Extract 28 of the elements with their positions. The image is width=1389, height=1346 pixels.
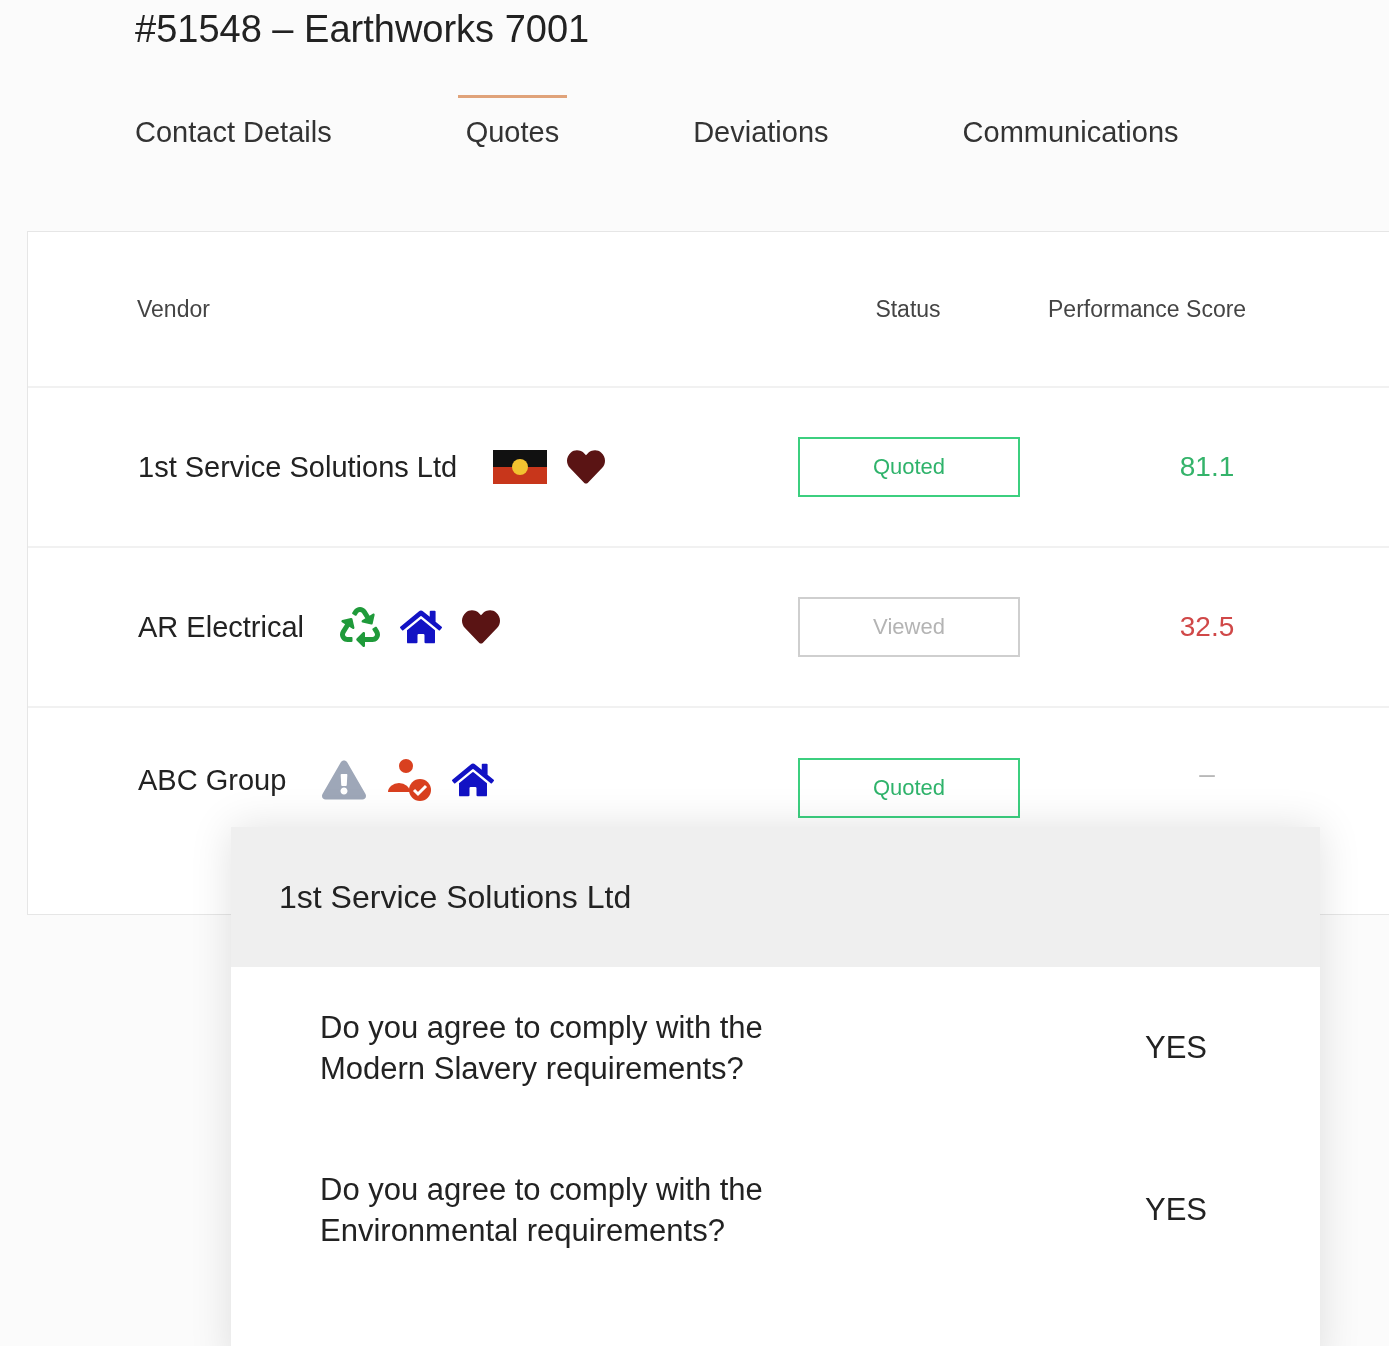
- page-title: #51548 – Earthworks 7001: [134, 7, 591, 51]
- warning-icon: [322, 758, 367, 802]
- tab[interactable]: Deviations: [685, 95, 837, 149]
- answer-text: YES: [1144, 1192, 1207, 1228]
- tab[interactable]: Contact Details: [127, 95, 340, 149]
- status-badge: Viewed: [798, 597, 1020, 657]
- vendor-name: AR Electrical: [138, 610, 304, 644]
- status-badge: Quoted: [798, 758, 1020, 818]
- performance-score: –: [1198, 758, 1216, 790]
- tab[interactable]: Communications: [954, 95, 1187, 149]
- tab[interactable]: Quotes: [457, 95, 568, 149]
- performance-score: 81.1: [1178, 451, 1236, 483]
- question-text: Do you agree to comply with the Modern Slavery requirements?: [320, 1009, 764, 1088]
- status-badge: Quoted: [798, 437, 1020, 497]
- recycle-icon: [340, 607, 380, 647]
- answer-text: YES: [1144, 1030, 1207, 1066]
- performance-score: 32.5: [1178, 611, 1236, 643]
- heart-icon: [462, 608, 500, 646]
- column-header: Vendor: [137, 295, 211, 323]
- column-header: Status: [874, 295, 942, 323]
- vendor-name: 1st Service Solutions Ltd: [138, 450, 458, 484]
- popover-title: 1st Service Solutions Ltd: [279, 878, 632, 916]
- column-header: Performance Score: [1048, 295, 1247, 323]
- vendor-name: ABC Group: [138, 763, 287, 797]
- flag-icon: [493, 450, 548, 484]
- question-text: Do you agree to comply with the Environmental requirements?: [320, 1171, 764, 1250]
- people-check-icon: [386, 758, 433, 802]
- heart-icon: [567, 448, 606, 486]
